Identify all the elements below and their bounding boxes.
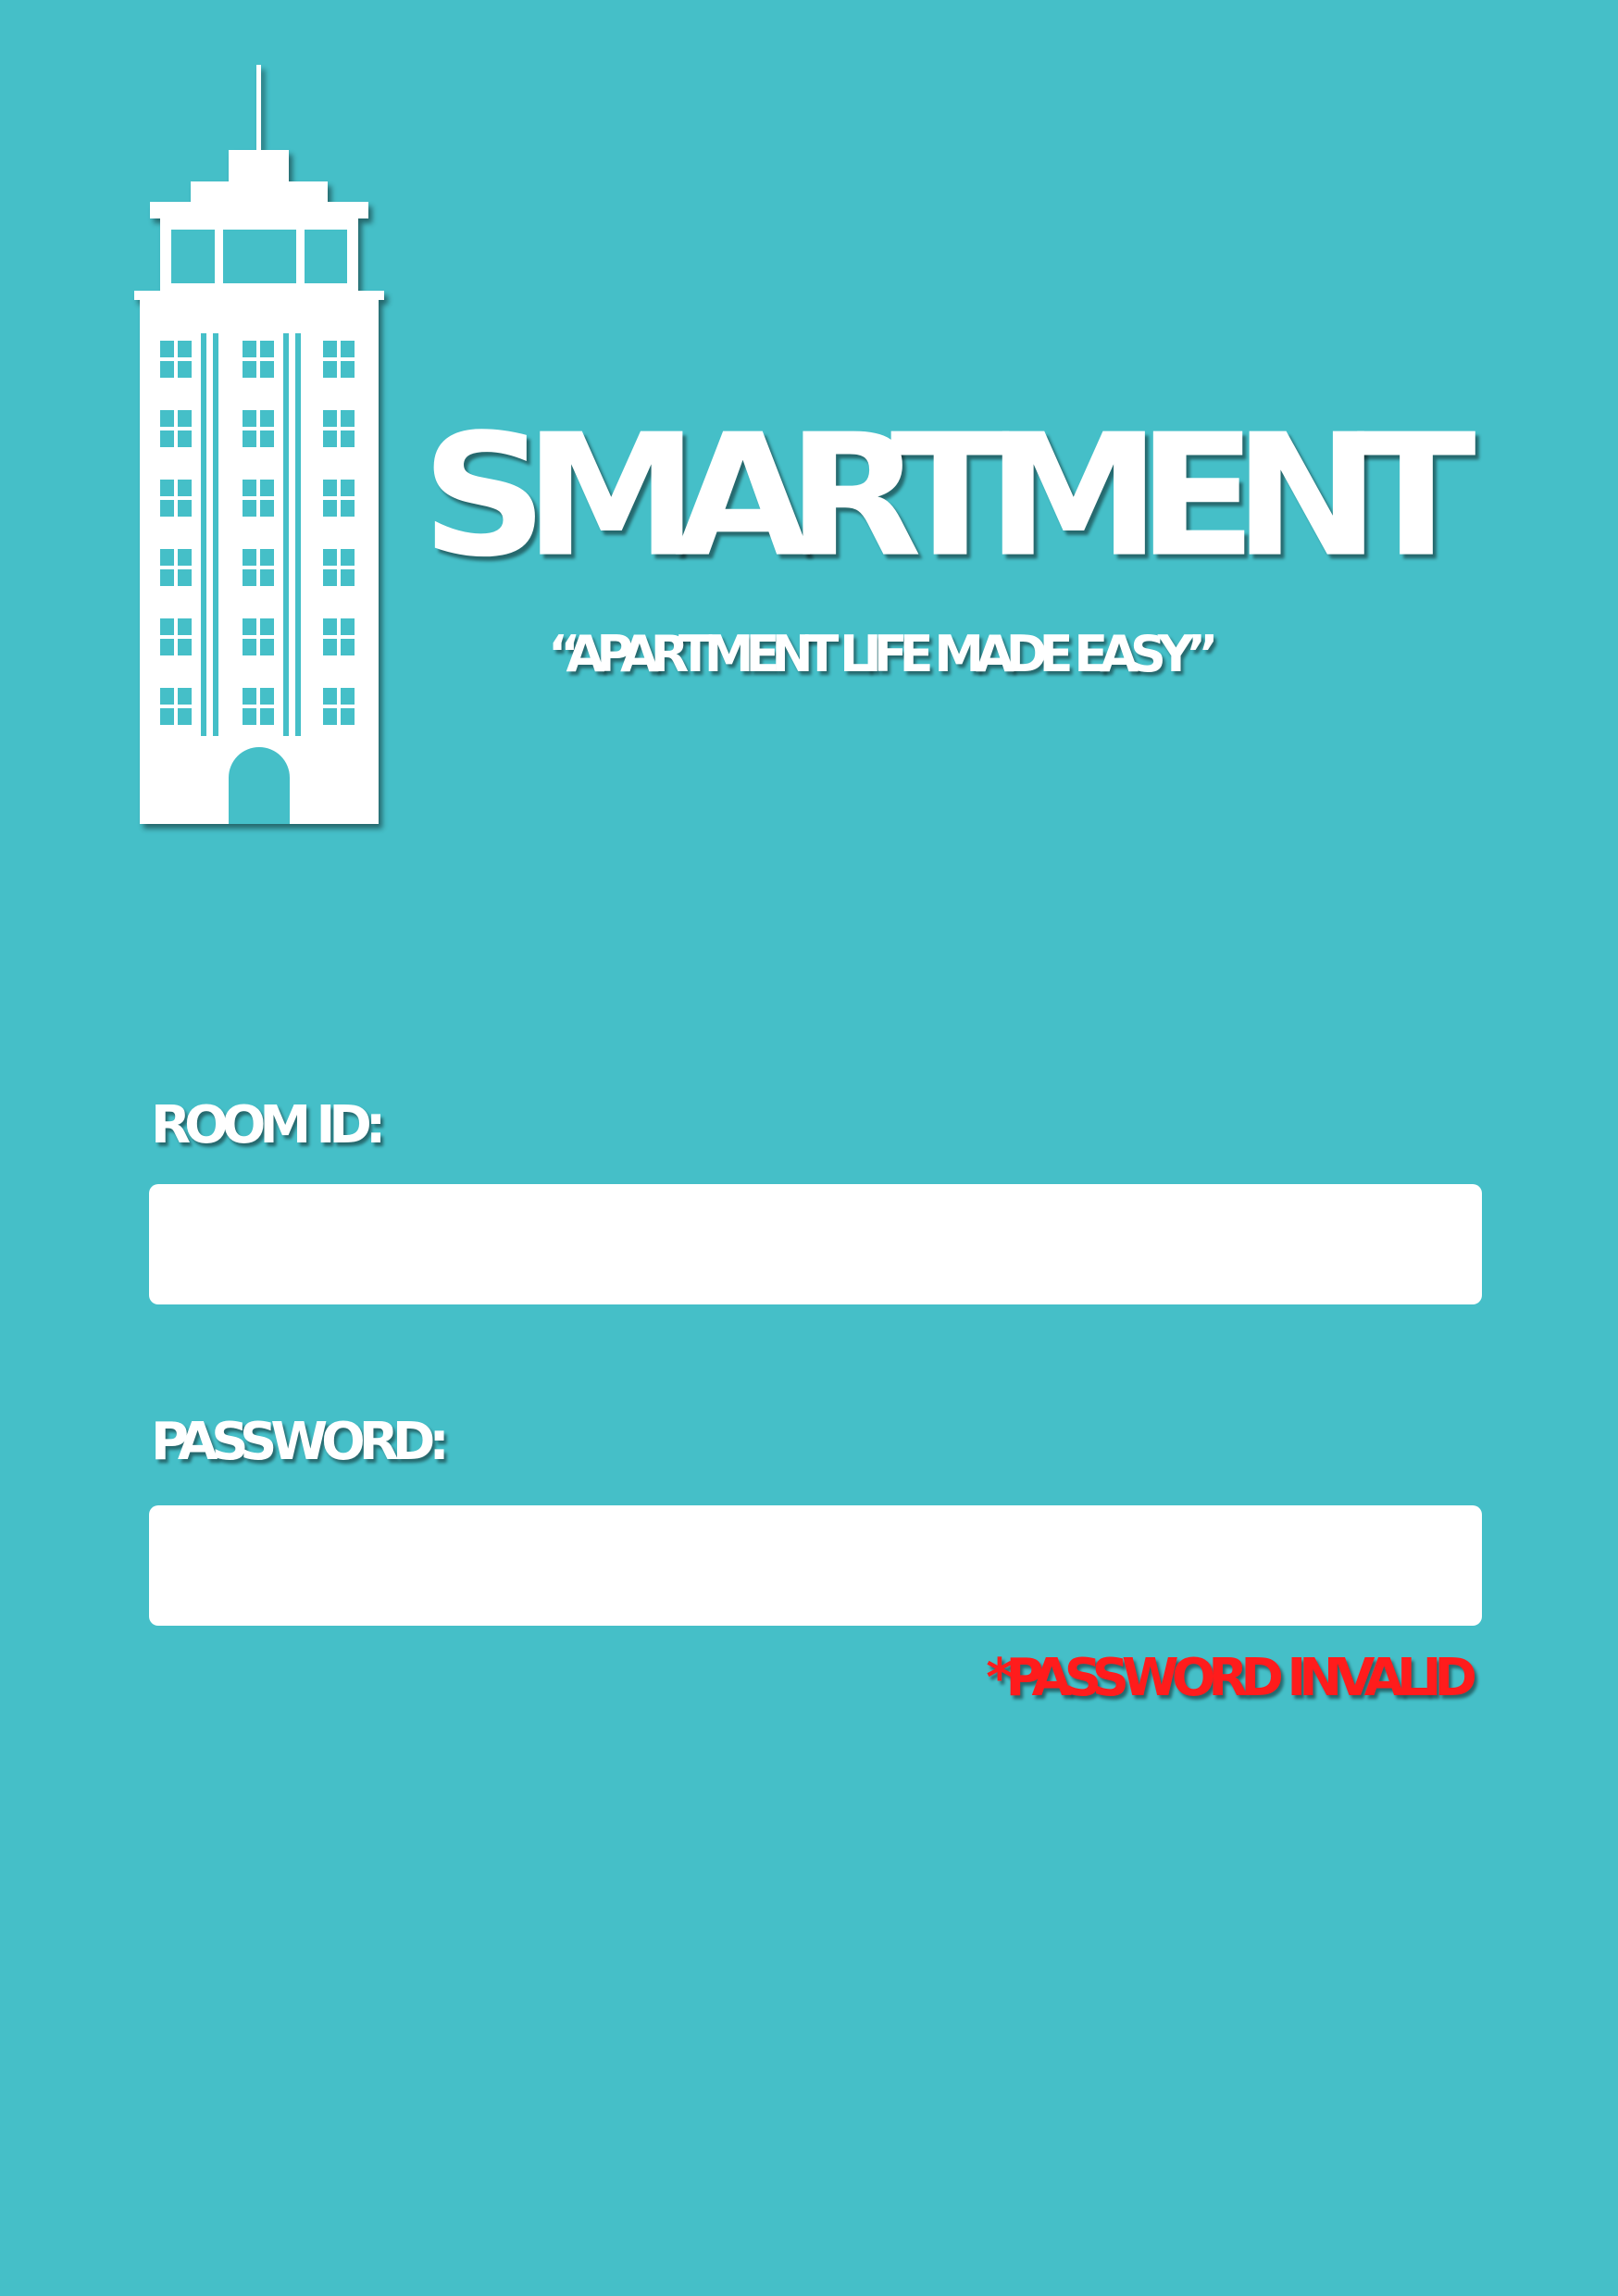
password-label: PASSWORD: [151,1412,450,1472]
room-id-label: ROOM ID: [151,1095,386,1155]
password-input[interactable] [149,1505,1482,1626]
app-title: SMARTMENT [421,397,1476,594]
apartment-building-icon [130,65,389,833]
password-error-message: *PASSWORD INVALID [986,1648,1477,1708]
app-tagline: “APARTMENT LIFE MADE EASY” [548,625,1218,683]
room-id-input[interactable] [149,1184,1482,1304]
